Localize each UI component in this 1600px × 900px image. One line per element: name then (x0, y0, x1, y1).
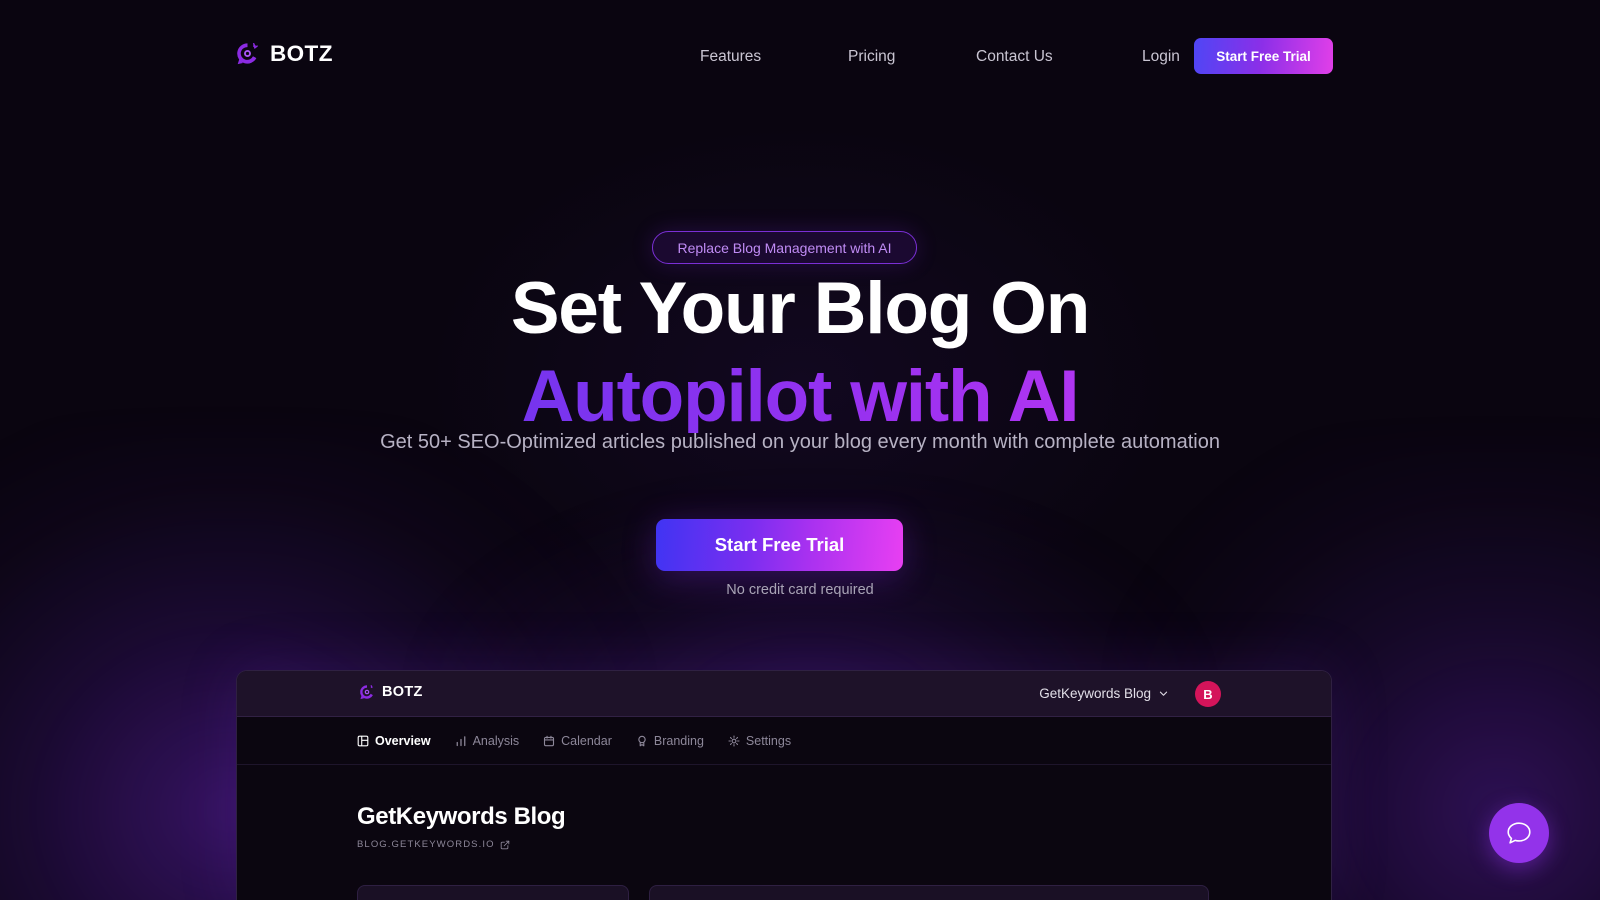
dashboard-brand-name: BOTZ (382, 684, 423, 700)
headline-line-2: Autopilot with AI (0, 360, 1600, 433)
chevron-down-icon (1159, 691, 1168, 696)
bar-chart-icon (456, 735, 465, 746)
external-link-icon (500, 840, 509, 849)
hero-cta-note: No credit card required (726, 582, 874, 598)
gear-icon (728, 734, 740, 747)
dashboard-tab-bar: Overview Analysis Calendar Branding Sett… (237, 717, 1331, 765)
tab-analysis-label: Analysis (472, 733, 520, 748)
calendar-icon (544, 735, 555, 746)
brand-logo[interactable]: BOTZ (234, 40, 333, 67)
landing-page: BOTZ Features Pricing Contact Us Login S… (0, 0, 1600, 900)
nav-links: Features Pricing Contact Us Login (700, 42, 1262, 72)
top-navigation-bar: BOTZ Features Pricing Contact Us Login S… (0, 0, 1600, 112)
tab-analysis[interactable]: Analysis (455, 733, 520, 748)
chat-bubble-icon (1507, 822, 1531, 844)
dashboard-topbar: BOTZ GetKeywords Blog B (237, 671, 1331, 717)
nav-link-contact-us[interactable]: Contact Us (976, 42, 1142, 72)
page-title: Set Your Blog On Autopilot with AI (0, 272, 1600, 433)
dashboard-account-label: GetKeywords Blog (1039, 686, 1151, 701)
avatar-initial: B (1203, 686, 1213, 702)
tab-overview[interactable]: Overview (357, 734, 431, 748)
botz-spiral-logo-icon (237, 42, 258, 65)
nav-start-free-trial-button[interactable]: Start Free Trial (1194, 38, 1333, 74)
dashboard-cards-row (357, 885, 1209, 900)
nav-link-features[interactable]: Features (700, 42, 848, 72)
layout-panel-icon (357, 735, 369, 746)
tab-overview-label: Overview (375, 733, 431, 748)
award-icon (638, 735, 646, 746)
tab-calendar-label: Calendar (561, 733, 612, 748)
dashboard-account-selector[interactable]: GetKeywords Blog (1039, 686, 1169, 701)
nav-link-pricing[interactable]: Pricing (848, 42, 976, 72)
brand-name: BOTZ (270, 40, 333, 66)
blog-url-text: BLOG.GETKEYWORDS.IO (357, 839, 495, 850)
headline-line-1: Set Your Blog On (510, 268, 1091, 349)
tab-branding-label: Branding (653, 733, 704, 748)
tab-branding[interactable]: Branding (636, 734, 704, 748)
avatar[interactable]: B (1195, 681, 1221, 707)
dashboard-body: GetKeywords Blog BLOG.GETKEYWORDS.IO (237, 765, 1331, 900)
hero-start-free-trial-button[interactable]: Start Free Trial (656, 519, 903, 571)
dashboard-brand-logo[interactable]: BOTZ (358, 683, 423, 701)
chat-widget-button[interactable] (1489, 803, 1549, 863)
tab-settings-label: Settings (745, 733, 792, 748)
blog-url[interactable]: BLOG.GETKEYWORDS.IO (357, 839, 1331, 850)
hero-subheading: Get 50+ SEO-Optimized articles published… (380, 431, 1220, 453)
hero-badge: Replace Blog Management with AI (652, 231, 917, 264)
tab-calendar[interactable]: Calendar (543, 734, 612, 748)
botz-spiral-logo-icon (360, 684, 373, 700)
dashboard-card-left[interactable] (357, 885, 629, 900)
tab-settings[interactable]: Settings (728, 734, 791, 748)
dashboard-card-right[interactable] (649, 885, 1209, 900)
blog-title: GetKeywords Blog (357, 803, 566, 830)
hero-badge-label: Replace Blog Management with AI (677, 239, 892, 256)
dashboard-preview: BOTZ GetKeywords Blog B Overview Analysi… (236, 670, 1332, 900)
